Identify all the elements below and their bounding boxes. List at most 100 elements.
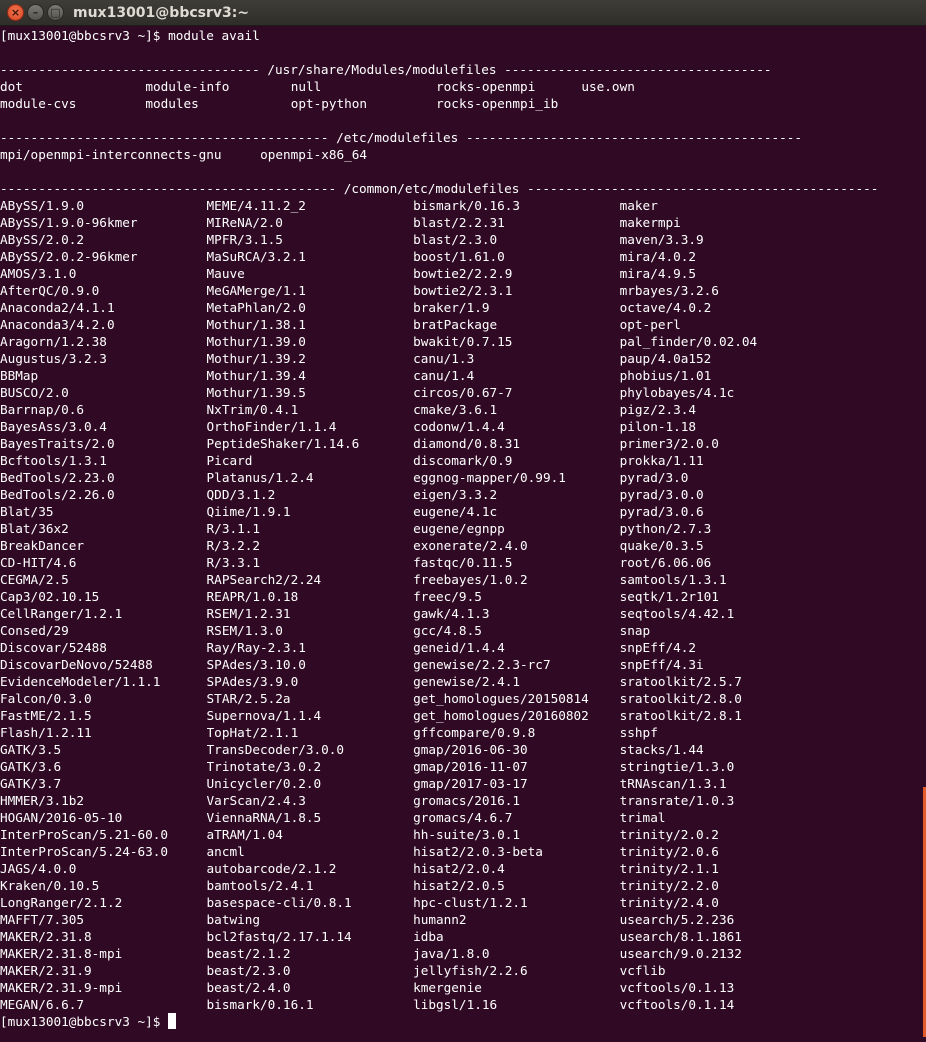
command-line: [mux13001@bbcsrv3 ~]$ module avail bbox=[0, 27, 926, 44]
module-name: SPAdes/3.10.0 bbox=[206, 657, 306, 672]
module-name: trinity/2.2.0 bbox=[619, 878, 719, 893]
close-icon[interactable]: × bbox=[7, 4, 24, 21]
module-name: R/3.3.1 bbox=[206, 555, 261, 570]
module-name: gromacs/4.6.7 bbox=[413, 810, 513, 825]
text-cursor bbox=[168, 1013, 177, 1029]
module-name: humann2 bbox=[413, 912, 467, 927]
module-name: primer3/2.0.0 bbox=[619, 436, 719, 451]
module-name: modules bbox=[145, 96, 199, 111]
module-name: use.own bbox=[581, 79, 635, 94]
module-name: sratoolkit/2.8.0 bbox=[619, 691, 742, 706]
module-name: RSEM/1.3.0 bbox=[206, 623, 283, 638]
module-row: Kraken/0.10.5 bamtools/2.4.1 hisat2/2.0.5 t… bbox=[0, 877, 926, 894]
module-name: maven/3.3.9 bbox=[619, 232, 704, 247]
module-name: Qiime/1.9.1 bbox=[206, 504, 291, 519]
module-name: freec/9.5 bbox=[413, 589, 482, 604]
module-name: R/3.1.1 bbox=[206, 521, 261, 536]
module-name: eigen/3.3.2 bbox=[413, 487, 498, 502]
module-row: CD-HIT/4.6 R/3.3.1 fastqc/0.11.5 root/6.06.… bbox=[0, 554, 926, 571]
module-row: DiscovarDeNovo/52488 SPAdes/3.10.0 genewis… bbox=[0, 656, 926, 673]
section-header: ----------------------------------------… bbox=[0, 181, 879, 196]
module-name: braker/1.9 bbox=[413, 300, 490, 315]
module-name: TopHat/2.1.1 bbox=[206, 725, 299, 740]
module-row: BayesTraits/2.0 PeptideShaker/1.14.6 diamo… bbox=[0, 435, 926, 452]
module-row: Falcon/0.3.0 STAR/2.5.2a get_homologues/20… bbox=[0, 690, 926, 707]
module-name: snpEff/4.3i bbox=[619, 657, 704, 672]
module-name: pyrad/3.0.0 bbox=[619, 487, 704, 502]
module-name: Anaconda3/4.2.0 bbox=[0, 317, 115, 332]
module-name: kmergenie bbox=[413, 980, 482, 995]
module-row: MAFFT/7.305 batwing humann2 usearch/5.2.236 bbox=[0, 911, 926, 928]
module-name: get_homologues/20160802 bbox=[413, 708, 589, 723]
minimize-icon[interactable]: – bbox=[27, 4, 44, 21]
module-row: Barrnap/0.6 NxTrim/0.4.1 cmake/3.6.1 pigz/2… bbox=[0, 401, 926, 418]
module-name: vcftools/0.1.13 bbox=[619, 980, 735, 995]
module-name: MAKER/2.31.8 bbox=[0, 929, 92, 944]
module-name: NxTrim/0.4.1 bbox=[206, 402, 299, 417]
window-title: mux13001@bbcsrv3:~ bbox=[73, 5, 250, 21]
module-name: java/1.8.0 bbox=[413, 946, 490, 961]
terminal-output[interactable]: [mux13001@bbcsrv3 ~]$ module avail -----… bbox=[0, 27, 926, 1042]
module-row: MAKER/2.31.8 bcl2fastq/2.17.1.14 idba usear… bbox=[0, 928, 926, 945]
module-name: ancml bbox=[206, 844, 245, 859]
module-name: pyrad/3.0 bbox=[619, 470, 689, 485]
module-name: MeGAMerge/1.1 bbox=[206, 283, 306, 298]
module-name: module-info bbox=[145, 79, 230, 94]
module-name: trinity/2.0.2 bbox=[619, 827, 719, 842]
module-name: stringtie/1.3.0 bbox=[619, 759, 735, 774]
module-name: blast/2.3.0 bbox=[413, 232, 498, 247]
module-name: opt-python bbox=[290, 96, 368, 111]
module-row: Consed/29 RSEM/1.3.0 gcc/4.8.5 snap bbox=[0, 622, 926, 639]
module-name: InterProScan/5.21-60.0 bbox=[0, 827, 169, 842]
maximize-icon[interactable]: □ bbox=[47, 4, 64, 21]
module-name: sratoolkit/2.8.1 bbox=[619, 708, 742, 723]
module-name: gmap/2017-03-17 bbox=[413, 776, 528, 791]
module-name: get_homologues/20150814 bbox=[413, 691, 589, 706]
module-row: GATK/3.5 TransDecoder/3.0.0 gmap/2016-06-3… bbox=[0, 741, 926, 758]
module-name: Picard bbox=[206, 453, 253, 468]
module-name: OrthoFinder/1.1.4 bbox=[206, 419, 337, 434]
module-name: seqtk/1.2r101 bbox=[619, 589, 719, 604]
module-name: Ray/Ray-2.3.1 bbox=[206, 640, 306, 655]
module-name: HOGAN/2016-05-10 bbox=[0, 810, 123, 825]
module-row: Blat/35 Qiime/1.9.1 eugene/4.1c pyrad/3.0.6 bbox=[0, 503, 926, 520]
module-name: STAR/2.5.2a bbox=[206, 691, 291, 706]
module-name: Consed/29 bbox=[0, 623, 69, 638]
module-name: gmap/2016-11-07 bbox=[413, 759, 528, 774]
module-name: eggnog-mapper/0.99.1 bbox=[413, 470, 566, 485]
module-name: bcl2fastq/2.17.1.14 bbox=[206, 929, 352, 944]
module-row: ABySS/1.9.0-96kmer MIReNA/2.0 blast/2.2.31… bbox=[0, 214, 926, 231]
module-name: eugene/4.1c bbox=[413, 504, 498, 519]
module-name: ABySS/1.9.0 bbox=[0, 198, 85, 213]
module-name: genewise/2.4.1 bbox=[413, 674, 521, 689]
module-name: TransDecoder/3.0.0 bbox=[206, 742, 345, 757]
module-name: pilon-1.18 bbox=[619, 419, 697, 434]
module-name: gffcompare/0.9.8 bbox=[413, 725, 536, 740]
module-row: CellRanger/1.2.1 RSEM/1.2.31 gawk/4.1.3 seq… bbox=[0, 605, 926, 622]
module-row: FastME/2.1.5 Supernova/1.1.4 get_homologue… bbox=[0, 707, 926, 724]
module-name: BBMap bbox=[0, 368, 39, 383]
module-name: module-cvs bbox=[0, 96, 77, 111]
title-bar[interactable]: × – □ mux13001@bbcsrv3:~ bbox=[0, 0, 926, 26]
module-name: gawk/4.1.3 bbox=[413, 606, 490, 621]
module-name: mrbayes/3.2.6 bbox=[619, 283, 719, 298]
module-name: hpc-clust/1.2.1 bbox=[413, 895, 528, 910]
module-name: bwakit/0.7.15 bbox=[413, 334, 513, 349]
module-name: seqtools/4.42.1 bbox=[619, 606, 735, 621]
final-prompt-line[interactable]: [mux13001@bbcsrv3 ~]$ bbox=[0, 1013, 926, 1030]
module-name: GATK/3.7 bbox=[0, 776, 62, 791]
module-name: bamtools/2.4.1 bbox=[206, 878, 314, 893]
module-name: hh-suite/3.0.1 bbox=[413, 827, 521, 842]
module-name: usearch/8.1.1861 bbox=[619, 929, 742, 944]
module-name: FastME/2.1.5 bbox=[0, 708, 92, 723]
module-name: sratoolkit/2.5.7 bbox=[619, 674, 742, 689]
module-name: Bcftools/1.3.1 bbox=[0, 453, 107, 468]
module-name: ABySS/2.0.2 bbox=[0, 232, 85, 247]
module-name: snpEff/4.2 bbox=[619, 640, 697, 655]
module-name: stacks/1.44 bbox=[619, 742, 704, 757]
module-name: mira/4.0.2 bbox=[619, 249, 697, 264]
module-row: AMOS/3.1.0 Mauve bowtie2/2.2.9 mira/4.9.5 bbox=[0, 265, 926, 282]
module-name: HMMER/3.1b2 bbox=[0, 793, 85, 808]
module-name: Kraken/0.10.5 bbox=[0, 878, 100, 893]
